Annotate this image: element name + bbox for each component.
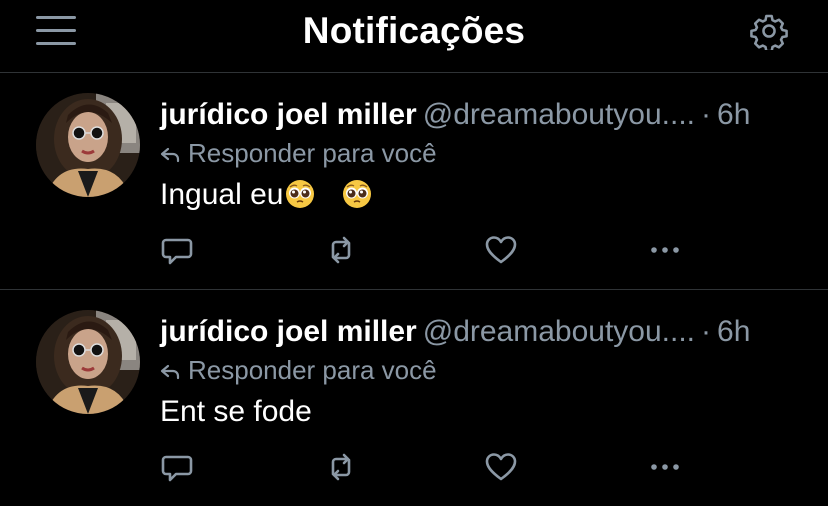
retweet-icon[interactable] (324, 450, 358, 484)
page-title: Notificações (302, 10, 526, 51)
heart-icon[interactable] (484, 450, 518, 484)
gear-icon[interactable] (750, 12, 788, 50)
reply-text: Ent se fode (160, 393, 312, 431)
notification-reply[interactable]: jurídico joel miller @dreamaboutyou.... · 6… (0, 73, 828, 290)
more-icon[interactable] (648, 233, 682, 267)
reply-text-content: Ent se fode (160, 395, 312, 428)
timestamp: 6h (717, 98, 751, 131)
author-name[interactable]: jurídico joel miller (160, 98, 417, 131)
replying-to-label: Responder para você (160, 137, 437, 169)
reply-arrow-icon (160, 147, 180, 163)
author-handle: @dreamaboutyou.... (422, 315, 696, 348)
reply-arrow-icon (160, 364, 180, 380)
action-bar (0, 233, 828, 267)
reply-text: Ingual eu (160, 176, 372, 214)
timestamp: 6h (717, 315, 751, 348)
reply-header: jurídico joel miller @dreamaboutyou.... · 6… (160, 314, 750, 350)
separator-dot: · (701, 98, 712, 131)
top-bar: Notificações (0, 0, 828, 73)
retweet-icon[interactable] (324, 233, 358, 267)
reply-icon[interactable] (160, 233, 194, 267)
replying-to-text: Responder para você (188, 138, 437, 168)
pleading-face-emoji-icon (285, 179, 315, 209)
replying-to-text: Responder para você (188, 355, 437, 385)
separator-dot: · (701, 315, 712, 348)
author-name[interactable]: jurídico joel miller (160, 315, 417, 348)
more-icon[interactable] (648, 450, 682, 484)
author-handle: @dreamaboutyou.... (422, 98, 696, 131)
avatar[interactable] (36, 310, 140, 414)
avatar[interactable] (36, 93, 140, 197)
reply-text-content: Ingual eu (160, 178, 284, 211)
reply-header: jurídico joel miller @dreamaboutyou.... · 6… (160, 97, 750, 133)
replying-to-label: Responder para você (160, 354, 437, 386)
pleading-face-emoji-icon (342, 179, 372, 209)
action-bar (0, 450, 828, 484)
heart-icon[interactable] (484, 233, 518, 267)
notification-reply[interactable]: jurídico joel miller @dreamaboutyou.... · 6… (0, 290, 828, 506)
reply-icon[interactable] (160, 450, 194, 484)
